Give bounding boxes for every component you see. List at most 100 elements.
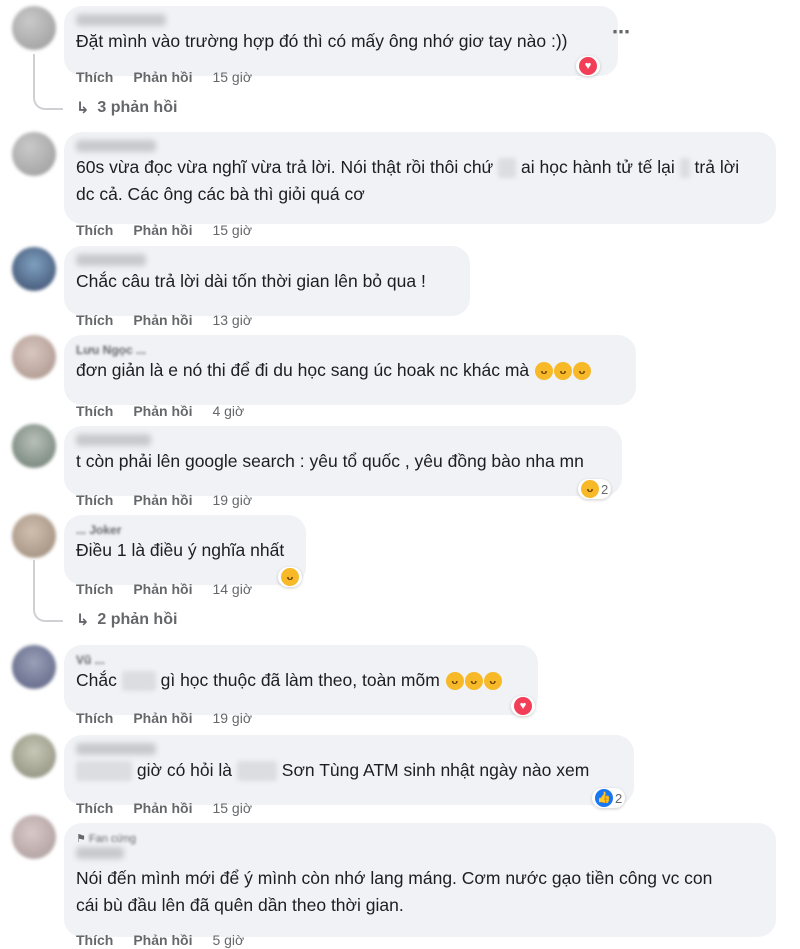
comment-actions: Thích Phản hồi 5 giờ <box>76 932 244 948</box>
laugh-emoji-icon: ᴗ <box>464 672 483 691</box>
like-button[interactable]: Thích <box>76 710 113 726</box>
avatar[interactable] <box>12 132 56 176</box>
author-name[interactable]: Vũ ... <box>76 651 526 667</box>
thread-line <box>33 560 63 622</box>
like-reaction-icon: 👍 <box>595 789 613 807</box>
avatar[interactable] <box>12 734 56 778</box>
comment-bubble: giờ có hỏi là Sơn Tùng ATM sinh nhật ngà… <box>64 735 634 805</box>
comment-text-part: 60s vừa đọc vừa nghĩ vừa trả lời. Nói th… <box>76 157 494 177</box>
reply-button[interactable]: Phản hồi <box>133 312 192 328</box>
reply-button[interactable]: Phản hồi <box>133 581 192 597</box>
comment-text: Đặt mình vào trường hợp đó thì có mấy ôn… <box>76 31 568 51</box>
comment-text: Điều 1 là điều ý nghĩa nhất <box>76 540 285 560</box>
comment-actions: Thích Phản hồi 19 giờ <box>76 492 252 508</box>
comment-actions: Thích Phản hồi 15 giờ <box>76 69 252 85</box>
reaction-summary[interactable]: ♥ <box>576 56 600 76</box>
author-name-redacted[interactable] <box>76 741 622 757</box>
comment-text: đơn giản là e nó thi để đi du học sang ú… <box>76 357 624 384</box>
reaction-count: 2 <box>601 481 609 497</box>
reaction-summary[interactable]: 👍 2 <box>592 788 626 808</box>
heart-reaction-icon: ♥ <box>579 57 597 75</box>
comment-bubble: Lưu Ngọc ... đơn giản là e nó thi để đi … <box>64 335 636 405</box>
comment-actions: Thích Phản hồi 19 giờ <box>76 710 252 726</box>
fan-badge-icon: ⚑ <box>76 833 89 845</box>
view-replies-link[interactable]: ↳ 3 phản hồi <box>76 98 177 118</box>
like-button[interactable]: Thích <box>76 69 113 85</box>
comment-text-part: Sơn Tùng ATM sinh nhật ngày nào xem <box>281 760 590 780</box>
redaction-mask <box>498 158 517 179</box>
like-button[interactable]: Thích <box>76 222 113 238</box>
comment-time[interactable]: 13 giờ <box>212 312 252 328</box>
reply-button[interactable]: Phản hồi <box>133 403 192 419</box>
like-button[interactable]: Thích <box>76 581 113 597</box>
comment-text-part: ai học hành tử tế lại <box>521 157 675 177</box>
author-name-redacted[interactable] <box>76 12 606 28</box>
author-name[interactable]: ⚑ Fan cứng <box>76 829 764 865</box>
like-button[interactable]: Thích <box>76 312 113 328</box>
like-button[interactable]: Thích <box>76 800 113 816</box>
laugh-emoji-icon: ᴗ <box>581 480 599 498</box>
reply-arrow-icon: ↳ <box>76 100 90 117</box>
comment-time[interactable]: 14 giờ <box>212 581 252 597</box>
comment-text: Chắc câu trả lời dài tốn thời gian lên b… <box>76 271 426 291</box>
comment-text-part: đơn giản là e nó thi để đi du học sang ú… <box>76 360 530 380</box>
author-name-redacted <box>76 847 124 859</box>
author-name-redacted[interactable] <box>76 432 610 448</box>
comment-time[interactable]: 15 giờ <box>212 222 252 238</box>
avatar[interactable] <box>12 424 56 468</box>
comment-bubble: Chắc câu trả lời dài tốn thời gian lên b… <box>64 246 470 316</box>
reply-button[interactable]: Phản hồi <box>133 222 192 238</box>
comment-time[interactable]: 4 giờ <box>212 403 244 419</box>
redaction-mask <box>236 761 277 782</box>
reply-button[interactable]: Phản hồi <box>133 710 192 726</box>
comment-actions: Thích Phản hồi 15 giờ <box>76 800 252 816</box>
comment-bubble: Đặt mình vào trường hợp đó thì có mấy ôn… <box>64 6 618 76</box>
author-name[interactable]: ... Joker <box>76 521 294 537</box>
author-name[interactable]: Lưu Ngọc ... <box>76 341 624 357</box>
avatar[interactable] <box>12 815 56 859</box>
replies-count: 3 phản hồi <box>97 99 178 116</box>
reaction-summary[interactable]: ᴗ 2 <box>578 479 612 499</box>
comment-time[interactable]: 5 giờ <box>212 932 244 948</box>
reaction-count: 2 <box>615 790 623 806</box>
reply-button[interactable]: Phản hồi <box>133 800 192 816</box>
laugh-emoji-icon: ᴗ <box>281 568 299 586</box>
comment-text: Chắc gì học thuộc đã làm theo, toàn mõm … <box>76 667 526 694</box>
reply-button[interactable]: Phản hồi <box>133 492 192 508</box>
comment-bubble: ... Joker Điều 1 là điều ý nghĩa nhất <box>64 515 306 585</box>
avatar[interactable] <box>12 6 56 50</box>
avatar[interactable] <box>12 514 56 558</box>
laugh-emoji-icon: ᴗ <box>445 672 464 691</box>
comment-bubble: t còn phải lên google search : yêu tổ qu… <box>64 426 622 496</box>
comment-time[interactable]: 15 giờ <box>212 69 252 85</box>
comment-actions: Thích Phản hồi 15 giờ <box>76 222 252 238</box>
like-button[interactable]: Thích <box>76 492 113 508</box>
comment-actions: Thích Phản hồi 13 giờ <box>76 312 252 328</box>
replies-count: 2 phản hồi <box>97 611 178 628</box>
comment-time[interactable]: 15 giờ <box>212 800 252 816</box>
comment-text-part: dc cả. Các ông các bà thì giỏi quá cơ <box>76 184 365 204</box>
reply-button[interactable]: Phản hồi <box>133 932 192 948</box>
view-replies-link[interactable]: ↳ 2 phản hồi <box>76 610 177 630</box>
avatar[interactable] <box>12 335 56 379</box>
reaction-summary[interactable]: ᴗ <box>278 567 302 587</box>
author-name-redacted[interactable] <box>76 252 458 268</box>
comment-text-part: Nói đến mình mới để ý mình còn nhớ lang … <box>76 868 713 888</box>
comment-time[interactable]: 19 giờ <box>212 492 252 508</box>
redaction-mask <box>76 761 132 782</box>
like-button[interactable]: Thích <box>76 403 113 419</box>
comment-text-part: Chắc <box>76 670 117 690</box>
laugh-emoji-icon: ᴗ <box>535 362 554 381</box>
like-button[interactable]: Thích <box>76 932 113 948</box>
comment-time[interactable]: 19 giờ <box>212 710 252 726</box>
reaction-summary[interactable]: ♥ <box>511 696 535 716</box>
author-name-redacted[interactable] <box>76 138 764 154</box>
comment-bubble: Vũ ... Chắc gì học thuộc đã làm theo, to… <box>64 645 538 715</box>
avatar[interactable] <box>12 247 56 291</box>
avatar[interactable] <box>12 645 56 689</box>
reply-button[interactable]: Phản hồi <box>133 69 192 85</box>
redaction-mask <box>121 671 156 692</box>
more-options-icon[interactable]: ⋯ <box>612 22 631 43</box>
comment-text: Nói đến mình mới để ý mình còn nhớ lang … <box>76 865 764 919</box>
comment-bubble: 60s vừa đọc vừa nghĩ vừa trả lời. Nói th… <box>64 132 776 224</box>
